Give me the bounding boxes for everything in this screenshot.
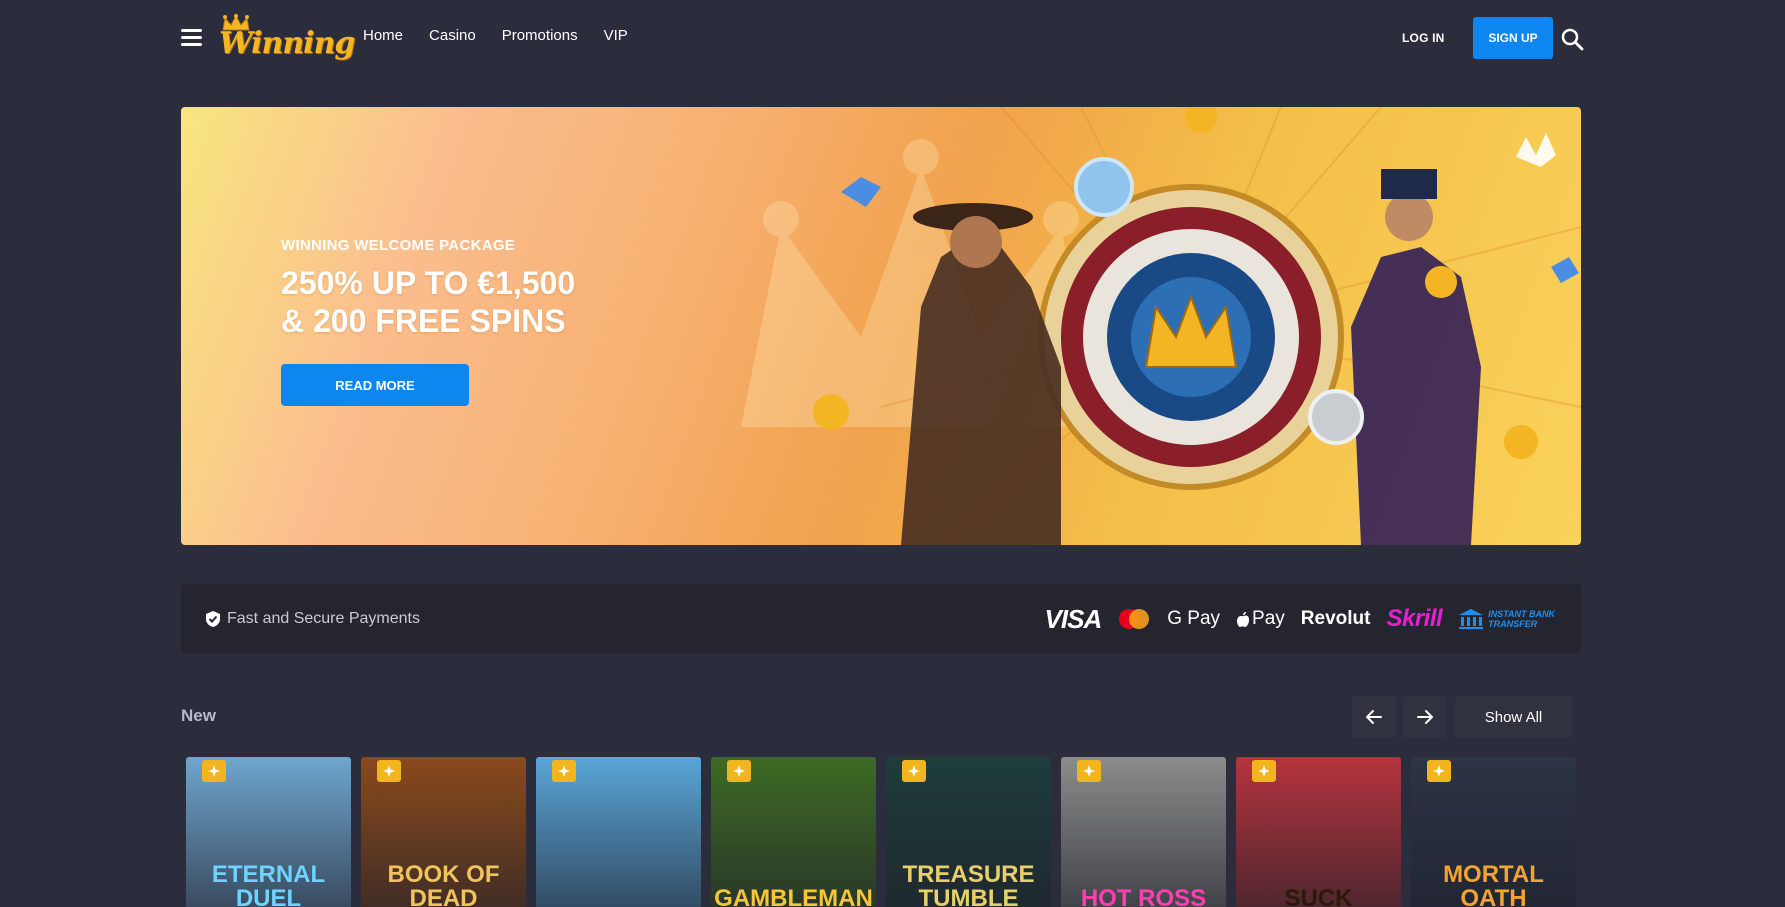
game-tile[interactable]: MORTAL OATH xyxy=(1411,757,1576,907)
bank-icon xyxy=(1459,609,1484,629)
payment-logos: VISA G Pay Pay Revolut Skrill INSTANT BA… xyxy=(1045,602,1555,636)
game-title: TREASURE TUMBLE xyxy=(902,861,1035,907)
new-badge-icon xyxy=(1077,760,1101,782)
nav-vip[interactable]: VIP xyxy=(604,27,628,44)
main-nav: Home Casino Promotions VIP xyxy=(363,27,654,44)
new-badge-icon xyxy=(727,760,751,782)
site-logo[interactable]: Winning xyxy=(217,14,355,62)
banner-title: 250% UP TO €1,500 & 200 FREE SPINS xyxy=(281,264,575,340)
instant-bank-text: INSTANT BANK TRANSFER xyxy=(1488,609,1555,629)
game-title: HOT ROSS xyxy=(1080,885,1207,907)
game-title: BOOK OF DEAD xyxy=(387,861,500,907)
instant-bank-line-1: INSTANT BANK xyxy=(1488,609,1555,619)
signup-button[interactable]: SIGN UP xyxy=(1473,17,1553,59)
game-tile[interactable]: HOT ROSS xyxy=(1061,757,1226,907)
banner-title-line-2: & 200 FREE SPINS xyxy=(281,303,566,339)
game-tile[interactable] xyxy=(536,757,701,907)
mastercard-icon xyxy=(1119,609,1150,629)
apple-icon xyxy=(1237,611,1250,627)
read-more-button[interactable]: READ MORE xyxy=(281,364,469,406)
carousel-prev-button[interactable] xyxy=(1352,696,1396,738)
google-pay-logo: G Pay xyxy=(1167,608,1221,629)
nav-promotions[interactable]: Promotions xyxy=(502,27,578,44)
logo-text: Winning xyxy=(219,26,355,61)
new-badge-icon xyxy=(202,760,226,782)
payments-strip: Fast and Secure Payments VISA G Pay Pay … xyxy=(181,584,1581,654)
banner-title-line-1: 250% UP TO €1,500 xyxy=(281,265,576,301)
arrow-right-icon xyxy=(1417,710,1433,724)
new-section-title: New xyxy=(181,706,216,725)
nav-casino[interactable]: Casino xyxy=(429,27,476,44)
new-badge-icon xyxy=(902,760,926,782)
login-button[interactable]: LOG IN xyxy=(1402,31,1445,45)
carousel-next-button[interactable] xyxy=(1403,696,1447,738)
game-tile[interactable]: SUCK xyxy=(1236,757,1401,907)
banner-eyebrow: WINNING WELCOME PACKAGE xyxy=(281,237,516,254)
revolut-logo: Revolut xyxy=(1300,608,1371,629)
promo-banner[interactable]: WINNING WELCOME PACKAGE 250% UP TO €1,50… xyxy=(181,107,1581,545)
new-badge-icon xyxy=(552,760,576,782)
visa-logo: VISA xyxy=(1044,603,1103,634)
game-tile[interactable]: ETERNAL DUEL xyxy=(186,757,351,907)
show-all-button[interactable]: Show All xyxy=(1455,696,1572,738)
payments-label: Fast and Secure Payments xyxy=(227,610,420,627)
instant-bank-line-2: TRANSFER xyxy=(1488,619,1538,629)
apple-pay-text: Pay xyxy=(1252,608,1285,629)
instant-bank-transfer-logo: INSTANT BANK TRANSFER xyxy=(1458,608,1555,630)
search-icon[interactable] xyxy=(1560,27,1584,51)
game-title: SUCK xyxy=(1284,885,1353,907)
site-header: Winning Home Casino Promotions VIP LOG I… xyxy=(0,0,1785,76)
skrill-logo: Skrill xyxy=(1386,605,1443,632)
shield-check-icon xyxy=(206,611,220,627)
new-badge-icon xyxy=(377,760,401,782)
game-tile[interactable]: GAMBLEMAN xyxy=(711,757,876,907)
new-badge-icon xyxy=(1252,760,1276,782)
game-title: MORTAL OATH xyxy=(1443,861,1544,907)
new-badge-icon xyxy=(1427,760,1451,782)
arrow-left-icon xyxy=(1366,710,1382,724)
game-title: ETERNAL DUEL xyxy=(211,861,326,907)
game-title: GAMBLEMAN xyxy=(714,885,873,907)
game-tile[interactable]: TREASURE TUMBLE xyxy=(886,757,1051,907)
game-tile[interactable]: BOOK OF DEAD xyxy=(361,757,526,907)
menu-icon[interactable] xyxy=(181,29,202,47)
payments-label-group: Fast and Secure Payments xyxy=(205,610,420,628)
nav-home[interactable]: Home xyxy=(363,27,403,44)
apple-pay-logo: Pay xyxy=(1236,608,1285,630)
